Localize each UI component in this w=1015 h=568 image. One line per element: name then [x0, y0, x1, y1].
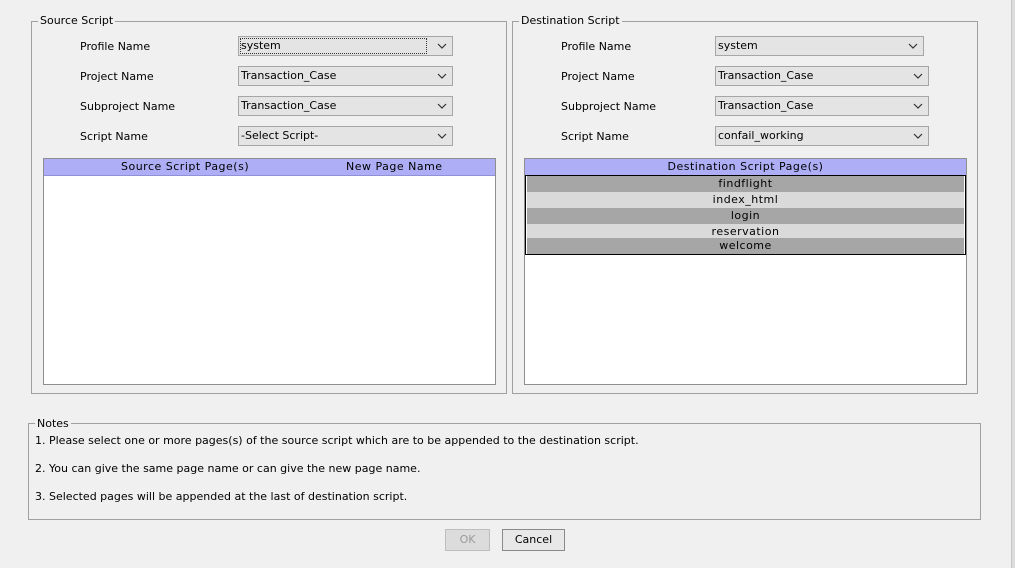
source-script-group: Source Script Profile Name system Projec…	[31, 14, 507, 394]
destination-profile-label: Profile Name	[561, 40, 632, 53]
destination-pages-column-header[interactable]: Destination Script Page(s)	[525, 159, 966, 175]
note-line-2: 2. You can give the same page name or ca…	[35, 462, 421, 475]
destination-script-value: confail_working	[718, 129, 804, 142]
source-subproject-label: Subproject Name	[80, 100, 176, 113]
cancel-button[interactable]: Cancel	[502, 529, 565, 551]
source-script-legend: Source Script	[38, 14, 116, 28]
destination-pages-table[interactable]: Destination Script Page(s) findflight in…	[524, 158, 967, 385]
table-row[interactable]: findflight	[527, 176, 964, 192]
source-script-label: Script Name	[80, 130, 148, 143]
destination-project-select[interactable]: Transaction_Case	[715, 66, 929, 86]
window-edge	[1011, 0, 1015, 568]
source-subproject-select[interactable]: Transaction_Case	[238, 96, 453, 116]
source-pages-column-header[interactable]: Source Script Page(s)	[121, 159, 249, 175]
table-row[interactable]: welcome	[527, 238, 964, 254]
source-pages-table-header: Source Script Page(s) New Page Name	[44, 159, 495, 176]
source-profile-value: system	[240, 38, 427, 54]
source-subproject-value: Transaction_Case	[241, 99, 337, 112]
table-row[interactable]: login	[527, 208, 964, 224]
chevron-down-icon	[913, 103, 923, 109]
destination-pages-table-header: Destination Script Page(s)	[525, 159, 966, 176]
chevron-down-icon	[913, 133, 923, 139]
source-project-select[interactable]: Transaction_Case	[238, 66, 453, 86]
destination-profile-select[interactable]: system	[715, 36, 924, 56]
chevron-down-icon	[908, 43, 918, 49]
chevron-down-icon	[437, 73, 447, 79]
new-page-name-column-header[interactable]: New Page Name	[346, 159, 443, 175]
destination-pages-list: findflight index_html login reservation …	[525, 175, 966, 255]
destination-script-label: Script Name	[561, 130, 629, 143]
chevron-down-icon	[913, 73, 923, 79]
notes-legend: Notes	[35, 417, 71, 431]
notes-group: Notes 1. Please select one or more pages…	[28, 417, 981, 520]
source-profile-select[interactable]: system	[238, 36, 453, 56]
destination-project-value: Transaction_Case	[718, 69, 814, 82]
chevron-down-icon	[437, 103, 447, 109]
destination-profile-value: system	[718, 39, 758, 52]
note-line-1: 1. Please select one or more pages(s) of…	[35, 434, 639, 447]
destination-subproject-select[interactable]: Transaction_Case	[715, 96, 929, 116]
source-script-select[interactable]: -Select Script-	[238, 126, 453, 146]
destination-script-legend: Destination Script	[519, 14, 622, 28]
chevron-down-icon	[437, 43, 447, 49]
destination-script-group: Destination Script Profile Name system P…	[512, 14, 978, 394]
source-profile-label: Profile Name	[80, 40, 151, 53]
destination-script-select[interactable]: confail_working	[715, 126, 929, 146]
destination-subproject-label: Subproject Name	[561, 100, 657, 113]
source-pages-table[interactable]: Source Script Page(s) New Page Name	[43, 158, 496, 385]
source-project-value: Transaction_Case	[241, 69, 337, 82]
source-project-label: Project Name	[80, 70, 154, 83]
source-script-value: -Select Script-	[241, 129, 319, 142]
chevron-down-icon	[437, 133, 447, 139]
table-row[interactable]: index_html	[527, 192, 964, 208]
destination-project-label: Project Name	[561, 70, 635, 83]
destination-subproject-value: Transaction_Case	[718, 99, 814, 112]
ok-button[interactable]: OK	[445, 529, 490, 551]
note-line-3: 3. Selected pages will be appended at th…	[35, 490, 408, 503]
